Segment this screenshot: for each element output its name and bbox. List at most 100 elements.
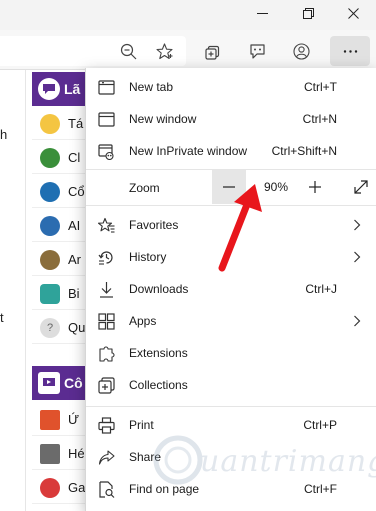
category-item[interactable]: ? Qu <box>32 312 92 344</box>
chevron-right-icon <box>353 314 363 328</box>
settings-more-button[interactable] <box>330 36 370 66</box>
page-left-column: h t <box>0 70 26 511</box>
minimize-icon <box>256 12 268 14</box>
category-section-header[interactable]: Lã <box>32 72 92 106</box>
download-icon <box>96 279 116 299</box>
android-robot-icon <box>40 249 60 270</box>
menu-item-history[interactable]: History <box>86 241 376 273</box>
extensions-icon <box>96 343 116 363</box>
globe-icon <box>40 181 60 202</box>
zoom-out-button[interactable] <box>212 170 246 204</box>
menu-item-shortcut: Ctrl+F <box>304 482 337 496</box>
find-icon <box>96 479 116 499</box>
collections-toolbar-icon <box>204 45 219 60</box>
feedback-button[interactable] <box>242 36 272 66</box>
restore-button[interactable] <box>285 0 331 26</box>
full-screen-button[interactable] <box>344 170 376 204</box>
close-button[interactable] <box>330 0 376 26</box>
chat-bubble-icon <box>38 78 60 100</box>
menu-item-label: Collections <box>129 378 188 392</box>
menu-item-find-on-page[interactable]: Find on page Ctrl+F <box>86 473 376 505</box>
menu-item-new-tab[interactable]: New tab Ctrl+T <box>86 71 376 103</box>
profile-avatar-icon <box>292 42 310 60</box>
minimize-button[interactable] <box>239 0 285 26</box>
site-category-panel: Lã Tá Cl Cổ AI Ar Bi ? Qu Cô Ứ Hé Ga <box>32 70 92 511</box>
category-item-label: Cl <box>68 150 81 165</box>
menu-item-new-inprivate-window[interactable]: New InPrivate window Ctrl+Shift+N <box>86 135 376 167</box>
category-item[interactable]: Bi <box>32 278 92 310</box>
zoom-label: Zoom <box>129 181 160 195</box>
section-title: Lã <box>64 81 81 97</box>
monitor-icon <box>38 372 60 394</box>
favorites-icon <box>96 215 116 235</box>
network-icon <box>40 443 60 464</box>
menu-item-downloads[interactable]: Downloads Ctrl+J <box>86 273 376 305</box>
menu-item-label: New InPrivate window <box>129 144 248 158</box>
apps-icon <box>96 311 116 331</box>
favorite-star-button[interactable] <box>149 36 179 66</box>
settings-and-more-menu: New tab Ctrl+T New window Ctrl+N New InP… <box>85 68 376 511</box>
zoom-level-value: 90% <box>263 180 289 194</box>
menu-item-shortcut: Ctrl+T <box>304 80 337 94</box>
ai-brain-icon <box>40 215 60 236</box>
category-item[interactable]: Ứ <box>32 404 92 436</box>
menu-item-print[interactable]: Print Ctrl+P <box>86 409 376 441</box>
question-icon: ? <box>40 317 60 338</box>
chevron-right-icon <box>353 218 363 232</box>
puzzle-icon <box>40 283 60 304</box>
browser-toolbar <box>0 30 376 70</box>
category-item[interactable]: Cổ <box>32 176 92 208</box>
star-icon <box>155 42 173 59</box>
plus-icon <box>309 181 321 193</box>
menu-item-collections[interactable]: Collections <box>86 369 376 401</box>
menu-item-extensions[interactable]: Extensions <box>86 337 376 369</box>
menu-item-shortcut: Ctrl+J <box>305 282 337 296</box>
title-bar <box>0 0 376 30</box>
menu-item-shortcut: Ctrl+P <box>303 418 337 432</box>
menu-item-label: History <box>129 250 167 264</box>
category-item[interactable]: Ga <box>32 472 92 504</box>
avatar-icon <box>40 113 60 134</box>
print-icon <box>96 415 116 435</box>
page-text-fragment: h <box>0 127 8 142</box>
menu-item-label: New window <box>129 112 197 126</box>
menu-item-new-window[interactable]: New window Ctrl+N <box>86 103 376 135</box>
close-icon <box>347 7 359 19</box>
gamepad-icon <box>40 477 60 498</box>
category-item[interactable]: Ar <box>32 244 92 276</box>
fullscreen-expand-icon <box>354 180 368 194</box>
category-item[interactable]: Tá <box>32 108 92 140</box>
zoom-in-button[interactable] <box>298 170 332 204</box>
category-item-label: Ga <box>68 480 86 495</box>
history-icon <box>96 247 116 267</box>
menu-item-share[interactable]: Share <box>86 441 376 473</box>
menu-item-favorites[interactable]: Favorites <box>86 209 376 241</box>
inprivate-icon <box>96 141 116 161</box>
category-item-label: Ứ <box>68 412 80 427</box>
category-section-header[interactable]: Cô <box>32 366 92 400</box>
zoom-indicator-button[interactable] <box>113 36 143 66</box>
profile-button[interactable] <box>286 36 316 66</box>
menu-item-label: Extensions <box>129 346 188 360</box>
category-item-label: AI <box>68 218 81 233</box>
category-item[interactable]: Hé <box>32 438 92 470</box>
page-text-fragment: t <box>0 310 4 325</box>
category-item-label: Tá <box>68 116 84 131</box>
zoom-row: Zoom 90% <box>86 170 376 204</box>
menu-item-label: Share <box>129 450 162 464</box>
category-item[interactable]: Cl <box>32 142 92 174</box>
category-item-label: Cổ <box>68 184 85 199</box>
new-tab-icon <box>96 77 116 97</box>
collections-icon <box>96 375 116 395</box>
menu-separator <box>86 205 376 206</box>
zoom-out-magnifier-icon <box>120 43 136 59</box>
feedback-icon <box>249 43 265 59</box>
section-title: Cô <box>64 375 83 391</box>
megaphone-icon <box>40 147 60 168</box>
collections-toolbar-button[interactable] <box>198 36 228 66</box>
category-item-label: Qu <box>68 320 86 335</box>
category-item[interactable]: AI <box>32 210 92 242</box>
menu-item-label: Favorites <box>129 218 179 232</box>
menu-item-apps[interactable]: Apps <box>86 305 376 337</box>
menu-item-label: New tab <box>129 80 174 94</box>
